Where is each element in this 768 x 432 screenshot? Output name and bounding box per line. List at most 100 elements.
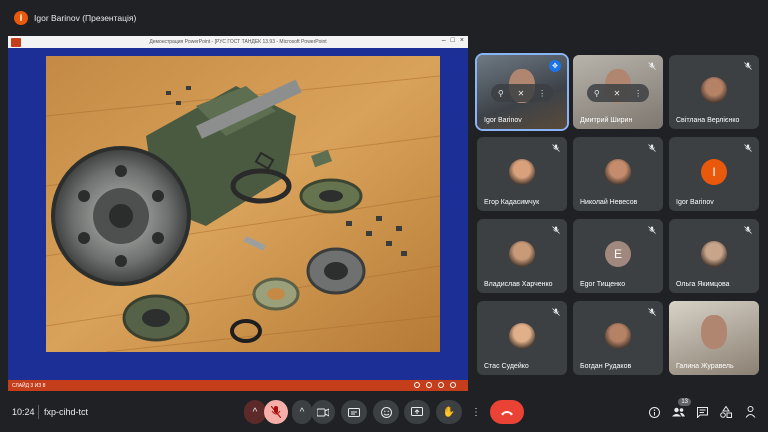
chevron-up-icon: ^ xyxy=(252,406,258,418)
participant-avatar: E xyxy=(605,241,631,267)
mic-off-icon xyxy=(271,406,281,418)
participant-face xyxy=(701,315,727,349)
participant-tile[interactable]: Богдан Рудаков xyxy=(573,301,663,375)
divider xyxy=(38,405,39,419)
participant-avatar xyxy=(509,159,535,185)
mic-off-icon[interactable]: ✕ xyxy=(518,89,525,98)
host-controls-button[interactable] xyxy=(742,404,758,420)
ppt-window-title: Демонстрация PowerPoint - [РУС ГОСТ ТАНД… xyxy=(149,39,327,45)
meeting-info-button[interactable] xyxy=(646,404,662,420)
video-options-button[interactable]: ^ xyxy=(292,400,312,424)
camera-toggle-button[interactable] xyxy=(311,400,335,424)
participant-tile[interactable]: ⚲ ✕ ⋮ ✥ Igor Barinov xyxy=(475,53,569,131)
gearbox-exploded-photo xyxy=(46,56,440,352)
participant-tile[interactable]: Ольга Якимцова xyxy=(669,219,759,293)
participant-tile[interactable]: E Egor Тищенко xyxy=(573,219,663,293)
raise-hand-button[interactable]: ✋ xyxy=(436,400,462,424)
participant-avatar xyxy=(509,241,535,267)
chevron-up-icon: ^ xyxy=(299,406,305,418)
participant-name: Егор Кадасимчук xyxy=(484,199,540,206)
participant-count-badge: 13 xyxy=(678,398,691,406)
participant-name: Світлана Верлієнко xyxy=(676,117,740,124)
activities-button[interactable] xyxy=(718,404,734,420)
more-vert-icon: ⋮ xyxy=(471,406,481,418)
participant-tile[interactable]: ⚲ ✕ ⋮ Дмитрий Ширин xyxy=(573,55,663,129)
mic-off-icon xyxy=(648,62,656,70)
people-icon xyxy=(671,407,685,417)
bottom-toolbar: 10:24 fxp-cihd-tct ^ ^ ✋ ⋮ 13 xyxy=(0,395,768,432)
ppt-window-buttons: – □ × xyxy=(441,37,464,44)
mic-off-icon xyxy=(552,226,560,234)
chat-icon xyxy=(696,406,708,418)
chat-button[interactable] xyxy=(694,404,710,420)
more-vert-icon[interactable]: ⋮ xyxy=(538,89,546,98)
mic-off-icon xyxy=(648,226,656,234)
participant-name: Igor Barinov xyxy=(484,117,522,124)
shared-screen[interactable]: Демонстрация PowerPoint - [РУС ГОСТ ТАНД… xyxy=(8,36,468,391)
shapes-icon xyxy=(720,406,732,418)
participant-tile[interactable]: Галина Журавель xyxy=(669,301,759,375)
ppt-statusbar: СЛАЙД 3 ИЗ 8 xyxy=(8,380,468,391)
audio-options-button[interactable]: ^ xyxy=(244,400,266,424)
mic-off-icon xyxy=(648,308,656,316)
participant-avatar xyxy=(509,323,535,349)
pin-icon[interactable]: ⚲ xyxy=(498,89,504,98)
mic-off-icon xyxy=(744,144,752,152)
hand-icon: ✋ xyxy=(442,406,456,418)
slide xyxy=(8,48,468,380)
participant-tile[interactable]: Егор Кадасимчук xyxy=(477,137,567,211)
presenter-avatar: I xyxy=(14,11,28,25)
participant-name: Egor Тищенко xyxy=(580,281,626,288)
lock-person-icon xyxy=(745,406,755,418)
captions-icon xyxy=(348,407,360,417)
participant-name: Владислав Харченко xyxy=(484,281,553,288)
speaking-indicator-icon: ✥ xyxy=(549,60,561,72)
camera-icon xyxy=(317,407,329,417)
mic-off-icon xyxy=(552,308,560,316)
meet-window: I Igor Barinov (Презентація) Демонстраци… xyxy=(0,0,768,432)
participant-name: Ольга Якимцова xyxy=(676,281,730,288)
ppt-titlebar: Демонстрация PowerPoint - [РУС ГОСТ ТАНД… xyxy=(8,36,468,48)
mic-off-icon xyxy=(744,226,752,234)
presenter-header: I Igor Barinov (Презентація) xyxy=(6,6,762,30)
clock: 10:24 xyxy=(12,407,35,417)
mic-off-icon[interactable]: ✕ xyxy=(614,89,621,98)
participant-tile[interactable]: Світлана Верлієнко xyxy=(669,55,759,129)
participant-name: Галина Журавель xyxy=(676,363,734,370)
mic-toggle-button[interactable] xyxy=(264,400,288,424)
participant-name: Дмитрий Ширин xyxy=(580,117,633,124)
participant-tile[interactable]: I Igor Barinov xyxy=(669,137,759,211)
meeting-code: fxp-cihd-tct xyxy=(44,407,89,417)
participant-name: Богдан Рудаков xyxy=(580,363,632,370)
participant-tile[interactable]: Владислав Харченко xyxy=(477,219,567,293)
presenter-title: Igor Barinov (Презентація) xyxy=(34,13,137,23)
participant-name: Igor Barinov xyxy=(676,199,714,206)
mic-off-icon xyxy=(648,144,656,152)
participant-avatar xyxy=(701,77,727,103)
participant-avatar xyxy=(701,241,727,267)
participant-avatar xyxy=(605,159,631,185)
more-options-button[interactable]: ⋮ xyxy=(468,400,484,424)
hang-up-icon xyxy=(501,410,513,415)
people-button[interactable]: 13 xyxy=(670,398,691,420)
present-button[interactable] xyxy=(404,400,430,424)
captions-button[interactable] xyxy=(341,400,367,424)
more-vert-icon[interactable]: ⋮ xyxy=(634,89,642,98)
ppt-view-icons xyxy=(414,382,456,388)
participant-avatar: I xyxy=(701,159,727,185)
mic-off-icon xyxy=(552,144,560,152)
tile-hover-controls: ⚲ ✕ ⋮ xyxy=(491,84,553,102)
participant-avatar xyxy=(605,323,631,349)
present-screen-icon xyxy=(411,407,423,416)
participant-tile[interactable]: Стас Судейко xyxy=(477,301,567,375)
leave-call-button[interactable] xyxy=(490,400,524,424)
participant-name: Николай Невесов xyxy=(580,199,638,206)
pin-icon[interactable]: ⚲ xyxy=(594,89,600,98)
info-icon xyxy=(648,406,660,418)
participant-tile[interactable]: Николай Невесов xyxy=(573,137,663,211)
participant-name: Стас Судейко xyxy=(484,363,529,370)
reactions-button[interactable] xyxy=(373,400,399,424)
slide-counter: СЛАЙД 3 ИЗ 8 xyxy=(12,382,46,389)
tile-hover-controls: ⚲ ✕ ⋮ xyxy=(587,84,649,102)
mic-off-icon xyxy=(744,62,752,70)
